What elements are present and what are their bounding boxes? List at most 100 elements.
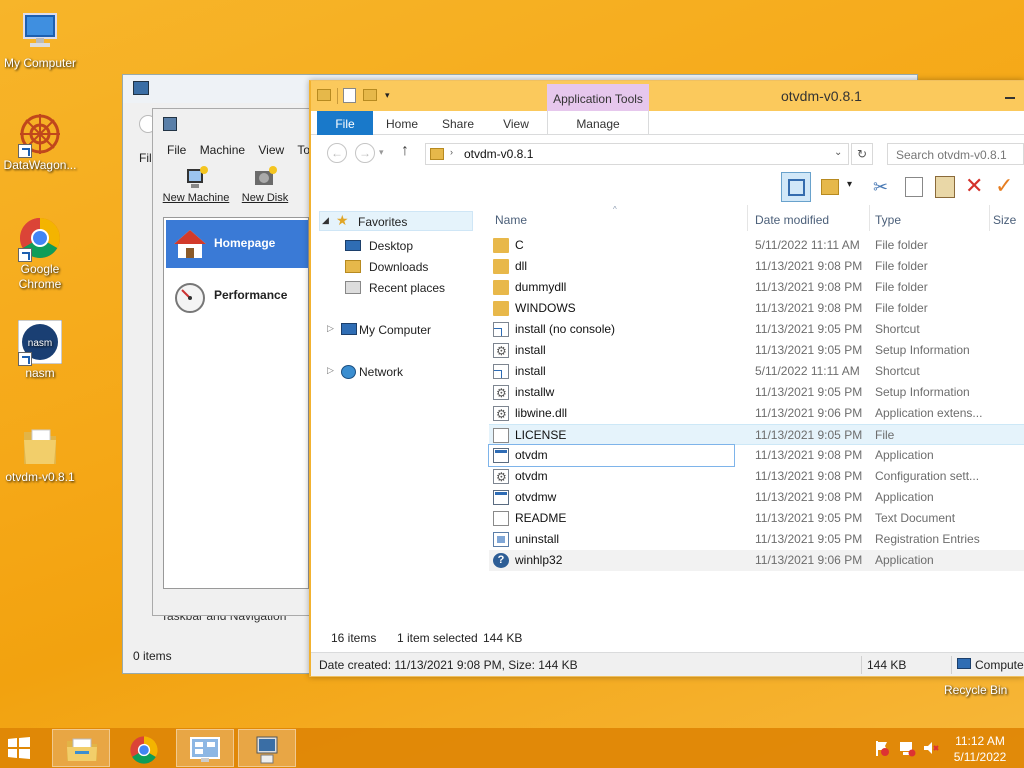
desktop-icon-chrome[interactable]: Google Chrome [0,216,80,292]
my-computer-label: My Computer [359,323,432,337]
volume-muted-icon[interactable] [922,739,940,757]
address-dropdown-icon[interactable]: ⌄ [834,147,842,158]
new-disk-button[interactable]: New Disk [235,165,295,211]
file-icon [493,428,509,443]
nav-my-computer[interactable]: ▷ My Computer [325,321,475,339]
file-row[interactable]: libwine.dll 11/13/2021 9:06 PM Application… [489,403,1024,424]
action-center-flag-icon[interactable] [874,739,890,757]
address-bar[interactable]: › otvdm-v0.8.1 ⌄ [425,143,849,165]
desktop-icon-otvdm-folder[interactable]: otvdm-v0.8.1 [0,424,80,484]
paste-icon[interactable] [935,176,955,198]
back-button[interactable]: ← [327,143,347,163]
file-row[interactable]: otvdmw 11/13/2021 9:08 PM Application [489,487,1024,508]
desktop-icon-datawagon[interactable]: DataWagon... [0,112,80,172]
tab-manage[interactable]: Manage [547,111,649,135]
column-header-type[interactable]: Type [875,209,985,231]
cut-icon[interactable]: ✂ [873,177,888,198]
properties-icon[interactable] [343,88,356,103]
file-row[interactable]: otvdm 11/13/2021 9:08 PM Configuration set… [489,466,1024,487]
expand-arrow-icon: ▷ [327,323,334,333]
menu-file-truncated[interactable]: Fil [139,151,152,165]
clock-time: 11:12 AM [955,734,1005,748]
nav-desktop[interactable]: Desktop [345,237,475,255]
nav-downloads[interactable]: Downloads [345,258,475,276]
delete-icon[interactable]: ✕ [965,173,983,199]
minimize-button[interactable] [1001,85,1021,105]
file-type: File folder [875,259,928,273]
desktop-icon-nasm[interactable]: nasm nasm [0,319,80,380]
tab-home[interactable]: Home [379,111,425,135]
explorer-titlebar[interactable]: ▾ Application Tools otvdm-v0.8.1 [311,81,1024,111]
rename-check-icon[interactable]: ✓ [995,173,1013,199]
file-row[interactable]: install (no console) 11/13/2021 9:05 PM Sh… [489,319,1024,340]
file-row[interactable]: dll 11/13/2021 9:08 PM File folder [489,256,1024,277]
forward-button[interactable]: → [355,143,375,163]
folder-small-icon [430,148,444,160]
side-item-homepage[interactable]: Homepage [166,220,308,268]
tab-file[interactable]: File [317,111,373,135]
chevron-down-icon: ▾ [847,179,853,190]
vm-app-icon [163,117,177,131]
file-date-modified: 5/11/2022 11:11 AM [755,238,860,252]
windows-logo-icon [8,737,30,759]
new-folder-icon[interactable] [363,89,377,101]
folder-icon [493,280,509,295]
nav-network[interactable]: ▷ Network [325,363,475,381]
recent-locations-icon[interactable]: ▾ [379,147,384,158]
column-divider [869,205,870,231]
desktop-label: Desktop [369,239,414,253]
side-item-performance[interactable]: Performance [166,272,308,320]
details-bar: Date created: 11/13/2021 9:08 PM, Size: … [311,652,1024,676]
column-header-name[interactable]: Name [495,209,745,231]
taskbar-control-panel[interactable] [176,729,234,767]
preview-pane-button[interactable] [781,172,811,202]
nav-favorites[interactable]: ◢ ★ Favorites [319,211,473,231]
taskbar-chrome[interactable] [114,729,172,767]
menu-file[interactable]: File [167,143,186,157]
taskbar-file-explorer[interactable] [52,729,110,767]
search-box[interactable]: Search otvdm-v0.8.1 [887,143,1024,165]
column-header-date[interactable]: Date modified [755,209,865,231]
details-size: 144 KB [867,658,907,672]
vm-manager-window[interactable]: File Machine View To New Machine New Dis… [152,108,312,616]
file-row[interactable]: otvdm 11/13/2021 9:08 PM Application [488,444,934,467]
file-row[interactable]: dummydll 11/13/2021 9:08 PM File folder [489,277,1024,298]
nav-recent-places[interactable]: Recent places [345,279,475,297]
explorer-window[interactable]: ▾ Application Tools otvdm-v0.8.1 File Ho… [309,80,1024,677]
file-type: Setup Information [875,385,970,399]
tab-share[interactable]: Share [435,111,481,135]
details-divider [951,656,952,674]
customize-qat-icon[interactable]: ▾ [385,90,390,101]
registry-icon [493,532,509,547]
desktop-icon-my-computer[interactable]: My Computer [0,10,80,70]
file-row[interactable]: README 11/13/2021 9:05 PM Text Document [489,508,1024,529]
file-row[interactable]: uninstall 11/13/2021 9:05 PM Registration … [489,529,1024,550]
file-row[interactable]: C 5/11/2022 11:11 AM File folder [489,235,1024,256]
file-row[interactable]: install 5/11/2022 11:11 AM Shortcut [489,361,1024,382]
clock[interactable]: 11:12 AM 5/11/2022 [948,733,1012,765]
file-row[interactable]: LICENSE 11/13/2021 9:05 PM File [489,424,1024,445]
folder-options-button[interactable]: ▾ [821,175,857,199]
performance-label: Performance [214,288,288,302]
recycle-bin-label[interactable]: Recycle Bin [944,683,1007,697]
menu-view[interactable]: View [258,143,284,157]
navigation-pane: ◢ ★ Favorites Desktop Downloads Recent p… [311,205,485,625]
column-header-size[interactable]: Size [993,209,1023,231]
network-tray-icon[interactable] [898,739,916,757]
up-button[interactable]: ↑ [401,142,409,160]
file-explorer-icon [67,738,97,761]
copy-icon[interactable] [905,177,923,197]
start-button[interactable] [4,734,40,762]
taskbar-otvdm-app[interactable] [238,729,296,767]
file-row[interactable]: install 11/13/2021 9:05 PM Setup Informati… [489,340,1024,361]
file-row[interactable]: ? winhlp32 11/13/2021 9:06 PM Application [489,550,1024,571]
monitor-icon [18,10,62,54]
menu-machine[interactable]: Machine [200,143,245,157]
address-path[interactable]: otvdm-v0.8.1 [464,147,533,161]
tab-view[interactable]: View [493,111,539,135]
file-date-modified: 11/13/2021 9:08 PM [755,448,863,462]
file-row[interactable]: WINDOWS 11/13/2021 9:08 PM File folder [489,298,1024,319]
refresh-button[interactable]: ↻ [851,143,873,165]
new-machine-button[interactable]: New Machine [161,165,231,211]
file-row[interactable]: installw 11/13/2021 9:05 PM Setup Informat… [489,382,1024,403]
